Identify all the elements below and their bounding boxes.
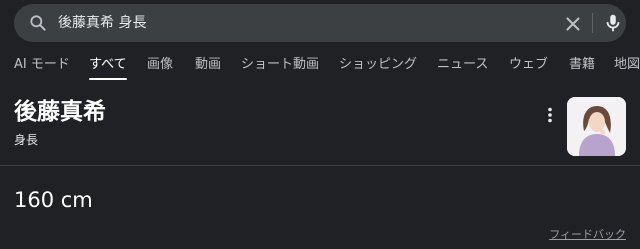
- more-vert-icon[interactable]: [540, 105, 560, 125]
- search-input[interactable]: 後藤真希 身長: [58, 13, 146, 33]
- tab-shopping[interactable]: ショッピング: [339, 52, 417, 78]
- tab-news[interactable]: ニュース: [437, 52, 488, 78]
- tab-short-videos[interactable]: ショート動画: [241, 52, 319, 78]
- entity-title: 後藤真希: [14, 99, 106, 125]
- entity-thumbnail[interactable]: [567, 97, 626, 156]
- close-icon[interactable]: [562, 13, 584, 35]
- tab-videos[interactable]: 動画: [195, 52, 221, 78]
- tab-web[interactable]: ウェブ: [509, 52, 548, 78]
- search-icon[interactable]: [28, 13, 48, 33]
- microphone-icon[interactable]: [602, 12, 624, 34]
- tab-books[interactable]: 書籍: [569, 52, 595, 78]
- height-answer: 160 cm: [14, 188, 93, 212]
- feedback-link[interactable]: フィードバック: [549, 228, 626, 242]
- tab-maps[interactable]: 地図: [614, 52, 640, 78]
- search-bar[interactable]: 後藤真希 身長: [14, 4, 626, 42]
- tab-ai-mode[interactable]: AI モード: [14, 52, 70, 78]
- section-divider: [0, 165, 640, 166]
- search-tabs: AI モード すべて 画像 動画 ショート動画 ショッピング ニュース ウェブ …: [0, 52, 640, 82]
- entity-attribute: 身長: [14, 133, 39, 147]
- tab-images[interactable]: 画像: [147, 52, 173, 78]
- search-bar-divider: [592, 13, 593, 33]
- tab-all[interactable]: すべて: [89, 52, 127, 80]
